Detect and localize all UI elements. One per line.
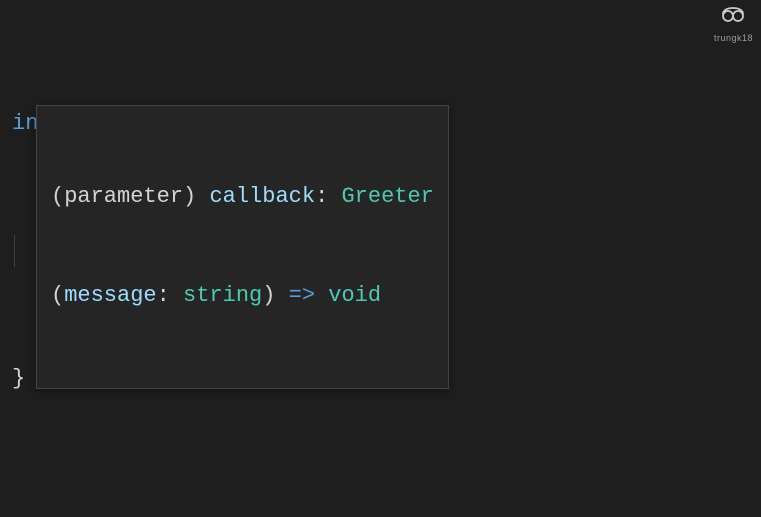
paren: ): [262, 283, 288, 308]
tooltip-line: (parameter) callback: Greeter: [51, 180, 434, 213]
avatar-icon: [714, 6, 753, 32]
paren: (: [51, 184, 64, 209]
code-line-empty[interactable]: [12, 491, 761, 517]
watermark-name: trungk18: [714, 32, 753, 45]
paren: ): [183, 184, 209, 209]
type: Greeter: [341, 184, 433, 209]
param-name: message: [64, 283, 156, 308]
indent-guide: [14, 235, 15, 267]
space: [315, 283, 328, 308]
colon: :: [315, 184, 341, 209]
tooltip-line: (message: string) => void: [51, 279, 434, 312]
type: void: [328, 283, 381, 308]
brace: }: [12, 363, 25, 395]
param-name: callback: [209, 184, 315, 209]
kind-label: parameter: [64, 184, 183, 209]
watermark: trungk18: [714, 6, 753, 45]
colon: :: [157, 283, 183, 308]
code-editor[interactable]: interface Greeter { (message: string): v…: [0, 0, 761, 517]
type: string: [183, 283, 262, 308]
hover-tooltip[interactable]: (parameter) callback: Greeter (message: …: [36, 105, 449, 389]
arrow: =>: [289, 283, 315, 308]
paren: (: [51, 283, 64, 308]
